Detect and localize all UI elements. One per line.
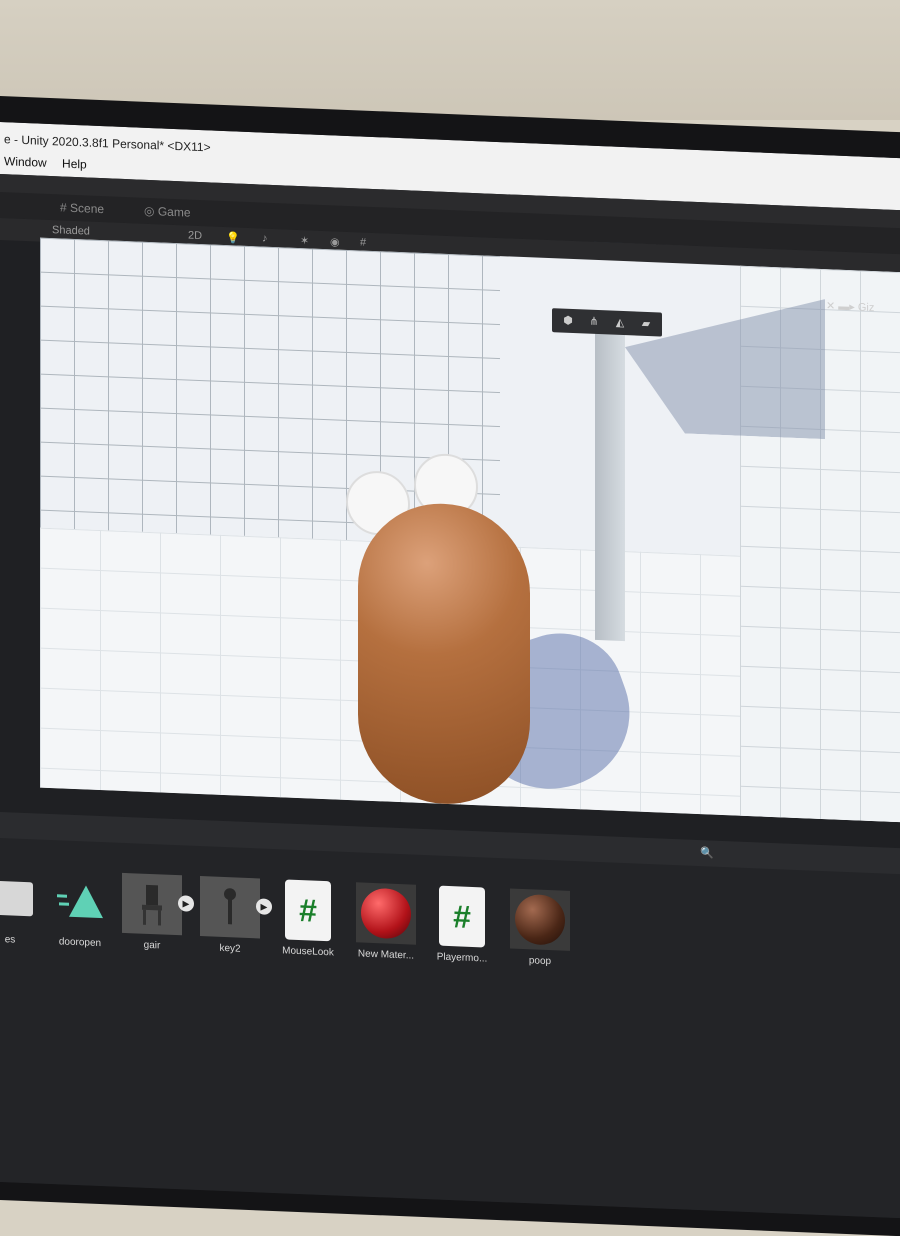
- game-tab-icon: ◎: [144, 203, 155, 219]
- plane-icon[interactable]: ▰: [634, 314, 658, 333]
- material-sphere-icon: [510, 888, 570, 951]
- menu-help[interactable]: Help: [58, 150, 95, 171]
- audio-icon[interactable]: ♪: [262, 233, 268, 245]
- cube-icon[interactable]: ⬢: [556, 311, 580, 330]
- gizmos-control[interactable]: ✕ ▬▸ Giz: [826, 299, 874, 314]
- lighting-icon[interactable]: 💡: [226, 231, 240, 245]
- csharp-script-icon: #: [285, 879, 331, 942]
- expand-arrow-icon[interactable]: ▶: [178, 895, 194, 912]
- tab-scene[interactable]: # Scene: [52, 196, 112, 220]
- search-icon[interactable]: 🔍: [700, 846, 714, 860]
- animation-clip-icon: [57, 885, 103, 919]
- asset-label: key2: [219, 942, 241, 955]
- asset-label: poop: [528, 955, 552, 968]
- tab-game-label: Game: [157, 204, 191, 220]
- key-model-icon: [200, 876, 260, 939]
- scene-viewport[interactable]: ⬢ ⋔ ◭ ▰ ✕ ▬▸ Giz: [40, 237, 900, 823]
- asset-grid: es dooropen ▶ gair ▶ key2 # MouseLook Ne…: [0, 868, 900, 1024]
- hidden-objects-icon[interactable]: ◉: [330, 235, 340, 248]
- shading-mode-dropdown[interactable]: Shaded: [52, 224, 90, 238]
- asset-label: MouseLook: [282, 945, 334, 959]
- material-sphere-icon: [356, 882, 416, 945]
- asset-label: New Mater...: [357, 948, 415, 962]
- camera-icon[interactable]: ▬▸: [838, 301, 855, 314]
- asset-label: es: [4, 934, 16, 946]
- grid-icon[interactable]: #: [360, 236, 366, 248]
- tab-scene-label: Scene: [70, 200, 105, 217]
- player-capsule[interactable]: [358, 500, 530, 808]
- asset-label: Playermo...: [436, 951, 488, 965]
- asset-item[interactable]: dooropen: [44, 870, 116, 950]
- project-toolbar: 🔍: [0, 812, 900, 875]
- expand-arrow-icon[interactable]: ▶: [256, 898, 272, 915]
- 2d-toggle[interactable]: 2D: [188, 230, 202, 243]
- asset-label: dooropen: [58, 936, 102, 950]
- asset-item[interactable]: # MouseLook: [272, 879, 344, 959]
- asset-item[interactable]: # Playermo...: [426, 885, 498, 965]
- scene-gizmo-buttons: ⬢ ⋔ ◭ ▰: [552, 308, 662, 337]
- asset-item[interactable]: poop: [504, 888, 576, 968]
- chair-model-icon: [122, 872, 182, 936]
- gizmos-label: Giz: [857, 301, 875, 315]
- scene-tab-icon: #: [60, 200, 67, 215]
- asset-item[interactable]: ▶ key2: [194, 876, 272, 956]
- camera-icon[interactable]: ◭: [608, 313, 632, 332]
- tab-game[interactable]: ◎ Game: [136, 199, 199, 224]
- tools-icon[interactable]: ✕: [826, 300, 835, 312]
- asset-label: gair: [143, 939, 161, 952]
- door-frame: [595, 319, 625, 642]
- particle-icon[interactable]: ⋔: [582, 312, 606, 331]
- folder-icon: [0, 880, 33, 917]
- csharp-script-icon: #: [439, 885, 485, 948]
- project-window: 🔍 es dooropen ▶ gair ▶ key2 # MouseLook …: [0, 812, 900, 1219]
- asset-item[interactable]: es: [0, 867, 46, 947]
- effects-icon[interactable]: ✶: [300, 234, 309, 247]
- asset-item[interactable]: ▶ gair: [116, 872, 194, 953]
- unity-editor-window: e - Unity 2020.3.8f1 Personal* <DX11> Wi…: [0, 122, 900, 1219]
- asset-item[interactable]: New Mater...: [350, 882, 422, 962]
- menu-window[interactable]: Window: [0, 148, 55, 170]
